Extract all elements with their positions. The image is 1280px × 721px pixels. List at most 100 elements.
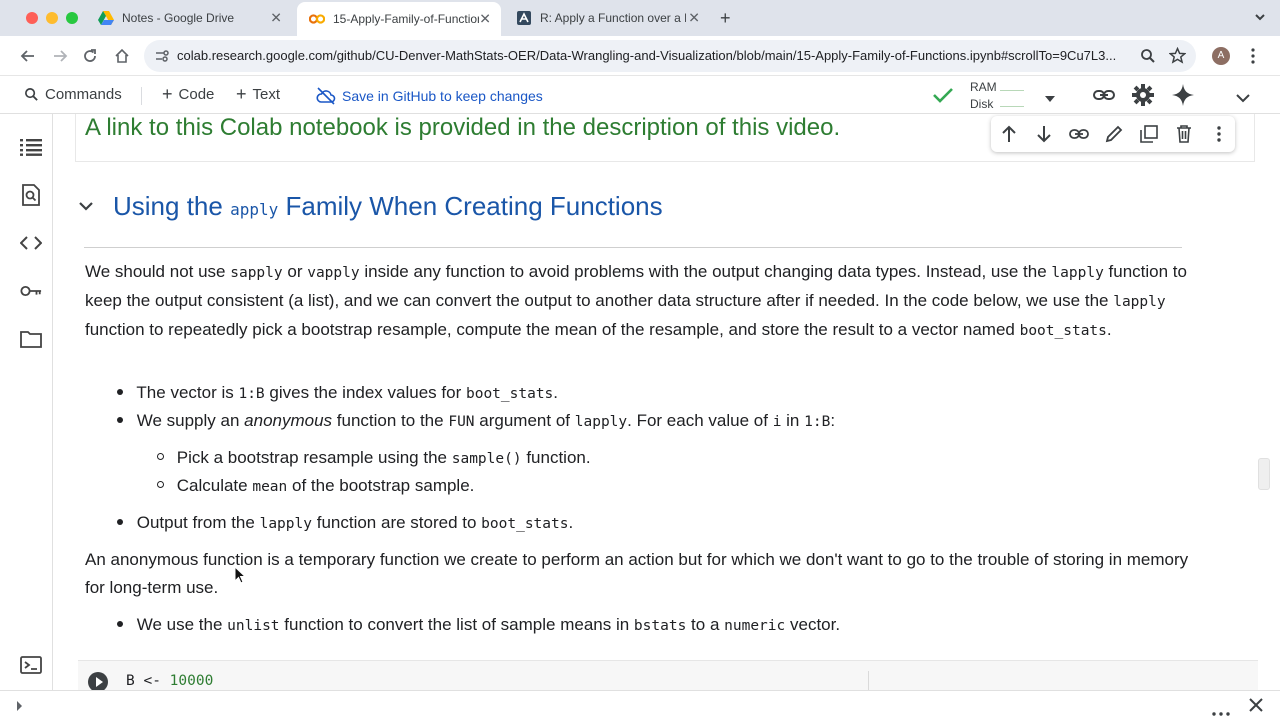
text: We use the — [136, 615, 223, 634]
collapse-section-chevron-icon[interactable] — [79, 198, 93, 216]
edit-pencil-icon[interactable] — [1104, 124, 1124, 144]
paragraph-anonymous-function: An anonymous function is a temporary fun… — [85, 550, 1189, 597]
inline-code: i — [772, 414, 782, 430]
text: in — [786, 411, 800, 430]
code-number: 10000 — [169, 673, 214, 689]
text: function to the — [336, 411, 444, 430]
zoom-magnifier-icon[interactable] — [1140, 48, 1156, 69]
code-snippets-icon[interactable] — [20, 232, 42, 254]
text: vector. — [789, 615, 841, 634]
reload-icon[interactable] — [80, 46, 100, 66]
more-horizontal-icon[interactable] — [1212, 703, 1230, 721]
terminal-icon[interactable] — [20, 654, 42, 676]
browser-tab-strip: Notes - Google Drive ✕ 15-Apply-Family-o… — [0, 0, 1280, 36]
text: Output from the — [136, 513, 255, 532]
code-cell-divider — [868, 671, 869, 690]
text: . For each value of — [627, 411, 768, 430]
more-options-icon[interactable] — [1209, 124, 1229, 144]
mirror-cell-icon[interactable] — [1139, 124, 1159, 144]
add-code-cell-button[interactable]: + Code — [162, 84, 214, 104]
plus-icon: + — [162, 84, 173, 104]
inline-code: 1:B — [238, 386, 265, 402]
expand-arrow-icon[interactable] — [16, 699, 24, 717]
close-tab-icon[interactable]: ✕ — [688, 10, 700, 27]
table-of-contents-icon[interactable] — [20, 136, 42, 158]
url-text: colab.research.google.com/github/CU-Denv… — [177, 48, 1117, 63]
window-close-button[interactable] — [26, 12, 38, 24]
text: function to repeatedly pick a bootstrap … — [85, 320, 1015, 339]
move-cell-up-arrow-icon[interactable] — [999, 124, 1019, 144]
list-item: We supply an anonymous function to the F… — [117, 407, 835, 436]
list-item: The vector is 1:B gives the index values… — [117, 379, 558, 408]
link-icon[interactable] — [1092, 85, 1116, 110]
text: . — [1106, 320, 1112, 339]
close-tab-icon[interactable]: ✕ — [270, 10, 282, 27]
settings-gear-icon[interactable] — [1131, 83, 1155, 112]
list-item: Output from the lapply function are stor… — [117, 509, 573, 538]
text: to a — [691, 615, 720, 634]
google-drive-icon — [98, 10, 114, 26]
text: of the bootstrap sample. — [292, 476, 475, 495]
bullet-dot — [117, 388, 123, 395]
text: Pick a bootstrap resample using the — [176, 448, 447, 467]
secrets-key-icon[interactable] — [20, 280, 42, 302]
text: gives the index values for — [269, 383, 462, 402]
tab-title: Notes - Google Drive — [122, 11, 235, 25]
plus-icon: + — [236, 84, 247, 104]
window-minimize-button[interactable] — [46, 12, 58, 24]
home-icon[interactable] — [112, 46, 132, 66]
sub-list-item: Calculate mean of the bootstrap sample. — [157, 472, 474, 501]
mouse-pointer-icon — [234, 566, 246, 584]
cell-link-icon[interactable] — [1069, 124, 1089, 144]
close-tab-icon[interactable]: ✕ — [479, 11, 491, 28]
code-line[interactable]: B <- 10000 — [126, 673, 213, 689]
inline-code: sapply — [230, 265, 283, 281]
inline-code: lapply — [259, 516, 312, 532]
browser-navigation-bar: colab.research.google.com/github/CU-Denv… — [0, 36, 1280, 76]
address-bar[interactable]: colab.research.google.com/github/CU-Denv… — [144, 40, 1196, 72]
run-cell-play-icon[interactable] — [88, 672, 108, 690]
tab-r-documentation[interactable]: R: Apply a Function over a List ✕ — [504, 4, 710, 32]
add-text-cell-button[interactable]: + Text — [236, 84, 280, 104]
sub-list-item: Pick a bootstrap resample using the samp… — [157, 444, 591, 473]
status-bar — [0, 690, 1280, 720]
heading-text: Family When Creating Functions — [285, 191, 663, 221]
emphasis: anonymous — [244, 411, 333, 430]
inline-code: FUN — [448, 414, 475, 430]
bookmark-star-icon[interactable] — [1168, 46, 1187, 69]
delete-trash-icon[interactable] — [1174, 124, 1194, 144]
text: Calculate — [176, 476, 248, 495]
colab-icon — [309, 11, 325, 27]
new-tab-button[interactable]: + — [720, 8, 731, 29]
bullet-circle — [157, 453, 164, 461]
forward-arrow-icon[interactable] — [50, 46, 70, 66]
site-settings-icon[interactable] — [154, 48, 170, 69]
profile-avatar[interactable]: A — [1212, 47, 1230, 65]
find-replace-icon[interactable] — [20, 184, 42, 206]
inline-code: lapply — [1051, 265, 1104, 281]
gemini-sparkle-icon[interactable] — [1172, 84, 1194, 111]
commands-button[interactable]: Commands — [24, 86, 122, 103]
tab-search-chevron-icon[interactable] — [1254, 10, 1266, 28]
runtime-dropdown-icon[interactable] — [1044, 90, 1056, 108]
heading-rule — [84, 247, 1182, 248]
close-panel-icon[interactable] — [1249, 698, 1263, 717]
browser-menu-icon[interactable] — [1243, 46, 1263, 66]
tab-title: R: Apply a Function over a List — [540, 11, 686, 25]
save-in-github-button[interactable]: Save in GitHub to keep changes — [316, 87, 543, 105]
tab-colab-notebook[interactable]: 15-Apply-Family-of-Functions ✕ — [297, 2, 501, 36]
scrollbar-thumb[interactable] — [1258, 458, 1270, 490]
inline-code: numeric — [724, 618, 786, 634]
collapse-header-chevron-icon[interactable] — [1236, 90, 1250, 108]
bullet-dot — [117, 416, 123, 423]
back-arrow-icon[interactable] — [18, 46, 38, 66]
files-folder-icon[interactable] — [20, 328, 42, 350]
code-variable: B — [126, 673, 135, 689]
code-cell[interactable]: B <- 10000 — [78, 660, 1258, 690]
search-icon — [25, 88, 38, 101]
inline-code: lapply — [574, 414, 628, 430]
window-zoom-button[interactable] — [66, 12, 78, 24]
text: . — [568, 513, 574, 532]
move-cell-down-arrow-icon[interactable] — [1034, 124, 1054, 144]
tab-google-drive[interactable]: Notes - Google Drive ✕ — [86, 4, 292, 32]
